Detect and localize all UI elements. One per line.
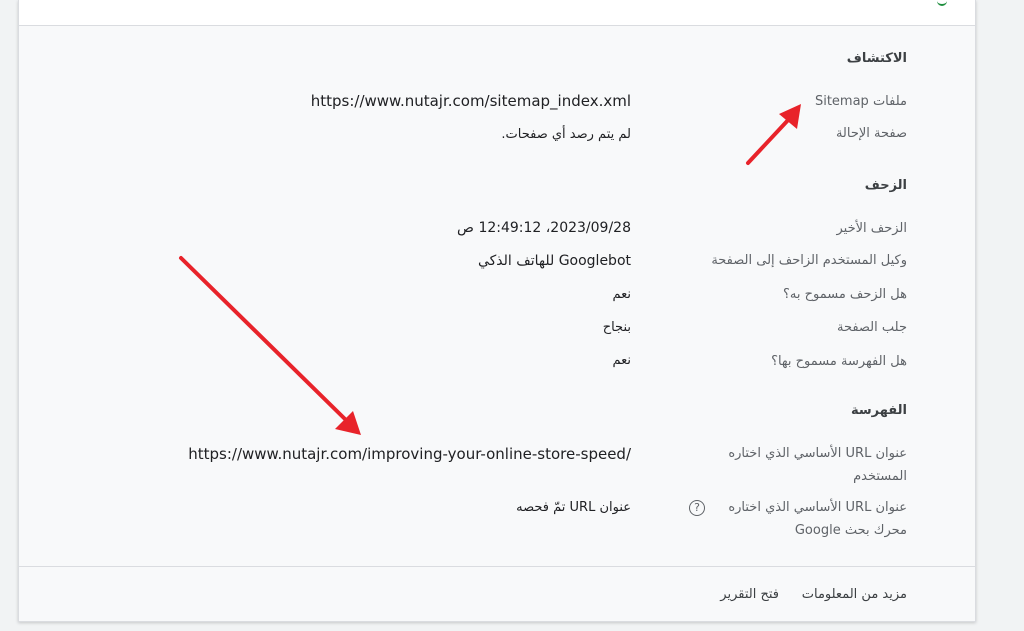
crawl-allowed-label: هل الزحف مسموح به؟ [782, 287, 907, 302]
help-icon[interactable]: ? [689, 500, 705, 516]
user-agent-value: Googlebot للهاتف الذكي [477, 253, 631, 269]
last-crawl-value: 2023/09/28، 12:49:12 ص [457, 220, 631, 236]
user-agent-label: وكيل المستخدم الزاحف إلى الصفحة [711, 253, 907, 268]
last-crawl-label: الزحف الأخير [836, 221, 907, 236]
sitemaps-value: https://www.nutajr.com/sitemap_index.xml [310, 92, 631, 110]
sitemaps-label: ملفات Sitemap [814, 94, 907, 109]
page-details-panel: الاكتشاف ملفات Sitemap https://www.nutaj… [18, 0, 976, 622]
status-check-icon [937, 0, 947, 6]
section-title-crawl: الزحف [864, 178, 907, 193]
section-title-indexing: الفهرسة [850, 403, 907, 418]
learn-more-link[interactable]: مزيد من المعلومات [802, 587, 907, 602]
top-strip [19, 0, 975, 26]
open-report-link[interactable]: فتح التقرير [720, 587, 779, 602]
google-canonical-label: عنوان URL الأساسي الذي اختاره محرك بحث G… [728, 500, 907, 538]
page-fetch-label: جلب الصفحة [836, 320, 907, 335]
user-canonical-label: عنوان URL الأساسي الذي اختاره المستخدم [728, 446, 907, 484]
referring-page-label: صفحة الإحالة [835, 126, 907, 141]
google-canonical-value: عنوان URL تمّ فحصه [516, 500, 631, 515]
page-fetch-value: بنجاح [602, 320, 631, 335]
referring-page-value: لم يتم رصد أي صفحات. [501, 127, 631, 142]
section-title-discovery: الاكتشاف [846, 51, 907, 66]
indexing-allowed-label: هل الفهرسة مسموح بها؟ [771, 354, 907, 369]
card-footer: مزيد من المعلومات فتح التقرير [19, 566, 975, 622]
user-canonical-value: https://www.nutajr.com/improving-your-on… [188, 445, 631, 463]
indexing-allowed-value: نعم [612, 353, 631, 368]
crawl-allowed-value: نعم [612, 287, 631, 302]
